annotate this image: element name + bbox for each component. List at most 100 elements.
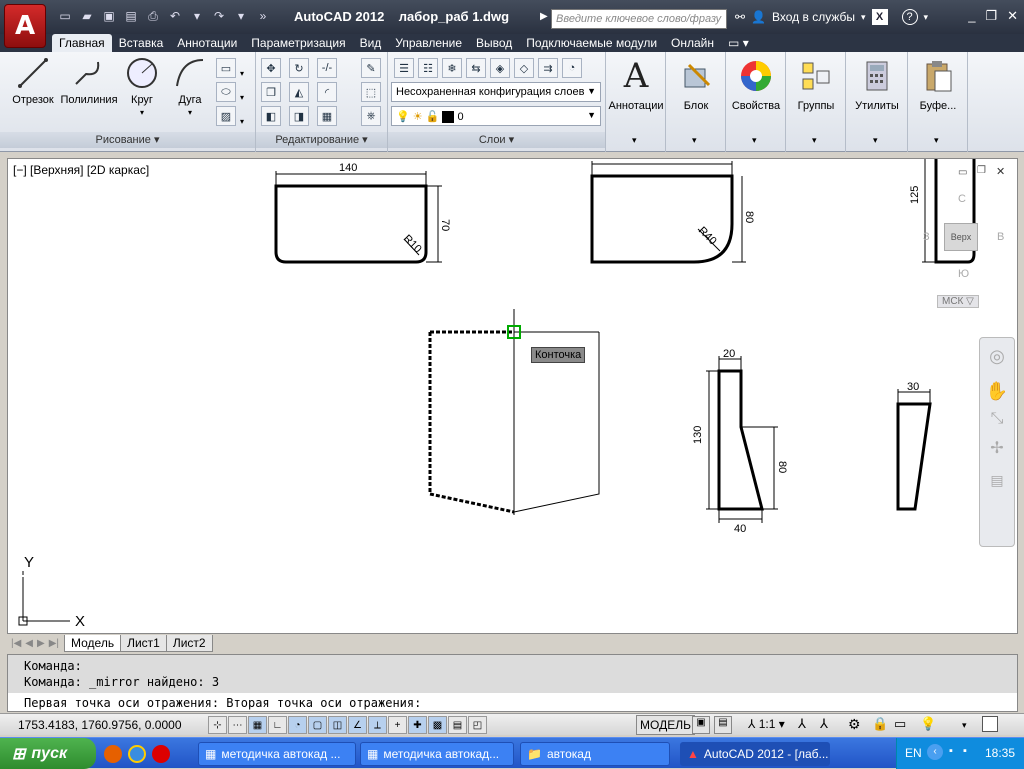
- clipboard-panel[interactable]: Буфе... ▾: [908, 52, 968, 152]
- exchange-icon[interactable]: X: [871, 9, 888, 25]
- polyline-tool[interactable]: Полилиния: [58, 56, 120, 106]
- layer-state-icon[interactable]: ☷: [418, 58, 438, 78]
- language-indicator[interactable]: EN: [905, 746, 922, 760]
- showmotion-icon[interactable]: ▤: [980, 472, 1014, 489]
- line-tool[interactable]: Отрезок: [8, 56, 58, 106]
- tab-sheet1[interactable]: Лист1: [120, 634, 167, 652]
- 3d-osnap-icon[interactable]: ◫: [328, 716, 347, 734]
- command-prompt[interactable]: Первая точка оси отражения: Вторая точка…: [8, 693, 1017, 713]
- search-arrow-icon[interactable]: ▶: [540, 11, 548, 22]
- block-dropdown-icon[interactable]: ▾: [692, 135, 697, 146]
- login-button[interactable]: Вход в службы: [772, 10, 855, 24]
- binoculars-icon[interactable]: ⚯: [735, 10, 745, 24]
- move-icon[interactable]: ✥: [261, 58, 281, 78]
- offset-icon[interactable]: ⎈: [361, 106, 381, 126]
- model-space-button[interactable]: МОДЕЛЬ: [636, 715, 695, 735]
- viewcube-west[interactable]: З: [923, 231, 930, 243]
- start-button[interactable]: ⊞ пуск: [0, 738, 96, 769]
- annotation-scale[interactable]: ⅄ 1:1 ▾: [748, 717, 785, 731]
- clean-screen-icon[interactable]: [982, 716, 998, 732]
- minimize-icon[interactable]: _: [968, 8, 975, 24]
- layer-freeze-icon[interactable]: ❄: [442, 58, 462, 78]
- groups-dropdown-icon[interactable]: ▾: [812, 135, 817, 146]
- tab-output[interactable]: Вывод: [469, 34, 519, 52]
- viewcube[interactable]: С З Верх В Ю МСК ▽: [911, 189, 1004, 308]
- rotate-icon[interactable]: ↻: [289, 58, 309, 78]
- mirror-icon[interactable]: ◭: [289, 82, 309, 102]
- erase-icon[interactable]: ✎: [361, 58, 381, 78]
- draw-more-icon[interactable]: ▾ ▾ ▾: [240, 62, 244, 134]
- block-tool[interactable]: Блок: [666, 56, 726, 112]
- scale-icon[interactable]: ◨: [289, 106, 309, 126]
- pan-icon[interactable]: ✋: [980, 381, 1014, 402]
- taskbar-item-folder[interactable]: 📁 автокад: [520, 742, 670, 766]
- layer-match-icon[interactable]: ⇉: [538, 58, 558, 78]
- stretch-icon[interactable]: ◧: [261, 106, 281, 126]
- annotation-panel[interactable]: A Аннотации ▾: [606, 52, 666, 152]
- polar-tracking-icon[interactable]: ◔: [288, 716, 307, 734]
- orbit-icon[interactable]: ✢: [980, 438, 1014, 458]
- layer-unisolate-icon[interactable]: ◇: [514, 58, 534, 78]
- viewcube-north[interactable]: С: [958, 193, 966, 205]
- draw-panel-title[interactable]: Рисование ▾: [0, 132, 255, 148]
- tab-online[interactable]: Онлайн: [664, 34, 721, 52]
- command-line[interactable]: Команда: Команда: _mirror найдено: 3 Пер…: [7, 654, 1018, 712]
- annotation-tool[interactable]: A Аннотации: [606, 56, 666, 112]
- block-panel[interactable]: Блок ▾: [666, 52, 726, 152]
- help-dropdown-icon[interactable]: ▾: [924, 12, 929, 23]
- utilities-tool[interactable]: Утилиты: [846, 56, 908, 112]
- taskbar-item-word-2[interactable]: ▦ методичка автокад...: [360, 742, 514, 766]
- tab-view[interactable]: Вид: [353, 34, 389, 52]
- tab-manage[interactable]: Управление: [388, 34, 469, 52]
- quick-properties-icon[interactable]: ▤: [448, 716, 467, 734]
- lineweight-icon[interactable]: ✚: [408, 716, 427, 734]
- infer-constraints-icon[interactable]: ⊹: [208, 716, 227, 734]
- tab-insert[interactable]: Вставка: [112, 34, 171, 52]
- search-input[interactable]: Введите ключевое слово/фразу: [551, 9, 727, 29]
- tab-parametric[interactable]: Параметризация: [244, 34, 352, 52]
- ellipse-icon[interactable]: ⬭: [216, 82, 236, 102]
- ortho-icon[interactable]: ∟: [268, 716, 287, 734]
- firefox-icon[interactable]: [104, 745, 122, 763]
- tab-home[interactable]: Главная: [52, 34, 112, 52]
- clock[interactable]: 18:35: [985, 746, 1015, 760]
- vp-minimize-icon[interactable]: ▭: [958, 167, 967, 178]
- grid-icon[interactable]: ▦: [248, 716, 267, 734]
- layer-properties-icon[interactable]: ☰: [394, 58, 414, 78]
- snap-mode-icon[interactable]: ⋯: [228, 716, 247, 734]
- tab-annotate[interactable]: Аннотации: [170, 34, 244, 52]
- layer-walk-icon[interactable]: ⇆: [466, 58, 486, 78]
- rectangle-icon[interactable]: ▭: [216, 58, 236, 78]
- login-dropdown-icon[interactable]: ▾: [861, 12, 866, 23]
- viewcube-top-face[interactable]: Верх: [944, 223, 978, 251]
- utilities-panel[interactable]: Утилиты ▾: [846, 52, 908, 152]
- object-snap-icon[interactable]: ▢: [308, 716, 327, 734]
- ribbon-minimize-icon[interactable]: ▭ ▾: [721, 34, 756, 52]
- isolate-objects-icon[interactable]: 💡: [920, 716, 936, 732]
- layout-nav-last-icon[interactable]: ▶|: [49, 638, 59, 649]
- open-file-icon[interactable]: ▰: [78, 8, 96, 24]
- groups-panel[interactable]: Группы ▾: [786, 52, 846, 152]
- autoscale-icon[interactable]: ⅄: [820, 716, 828, 732]
- fillet-icon[interactable]: ◜: [317, 82, 337, 102]
- viewcube-east[interactable]: В: [997, 231, 1004, 243]
- properties-panel[interactable]: Свойства ▾: [726, 52, 786, 152]
- restore-icon[interactable]: ❐: [985, 8, 997, 24]
- close-icon[interactable]: ✕: [1007, 8, 1018, 24]
- layer-off-icon[interactable]: ◔: [562, 58, 582, 78]
- properties-tool[interactable]: Свойства: [726, 56, 786, 112]
- help-icon[interactable]: ?: [901, 9, 918, 25]
- quick-view-layouts-icon[interactable]: ▣: [692, 716, 710, 734]
- layout-nav-prev-icon[interactable]: ◀: [25, 638, 33, 649]
- redo-icon[interactable]: ↷: [210, 8, 228, 24]
- workspace-switch-icon[interactable]: ⚙: [848, 716, 861, 733]
- undo-dropdown-icon[interactable]: ▾: [188, 8, 206, 24]
- tab-sheet2[interactable]: Лист2: [165, 634, 213, 652]
- internet-explorer-icon[interactable]: [128, 745, 146, 763]
- redo-dropdown-icon[interactable]: ▾: [232, 8, 250, 24]
- status-menu-icon[interactable]: ▾: [962, 720, 967, 731]
- current-layer-dropdown[interactable]: 💡 ☀ 🔓 0 ▼: [391, 106, 601, 126]
- object-tracking-icon[interactable]: ∠: [348, 716, 367, 734]
- lock-ui-icon[interactable]: 🔒: [872, 716, 888, 732]
- trim-icon[interactable]: -/-: [317, 58, 337, 78]
